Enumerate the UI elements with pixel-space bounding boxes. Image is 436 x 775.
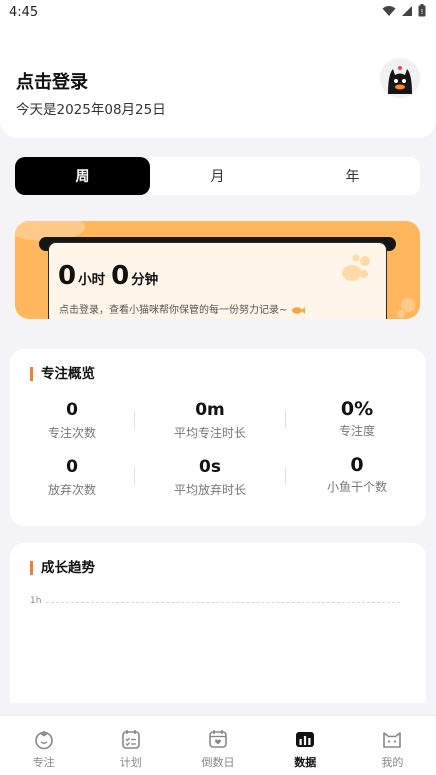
nav-label: 专注 [32, 756, 55, 769]
today-date-text: 今天是2025年08月25日 [16, 102, 166, 118]
minutes-value: 0 [111, 261, 130, 291]
stat-focus-count: 0 专注次数 [10, 400, 134, 441]
nav-label: 倒数日 [201, 756, 235, 769]
cat-avatar-icon [380, 58, 420, 98]
stat-label: 专注次数 [47, 426, 96, 440]
tab-month[interactable]: 月 [150, 157, 285, 195]
focus-time-banner[interactable]: 0 小时 0 分钟 点击登录，查看小猫咪帮你保管的每一份努力记录~ [15, 221, 420, 319]
stat-value: 0s [199, 457, 221, 477]
nav-label: 数据 [294, 756, 317, 769]
avatar[interactable] [380, 58, 420, 98]
calendar-checklist-icon [121, 730, 140, 749]
nav-item-profile[interactable]: 我的 [349, 716, 436, 775]
stat-divider [285, 410, 286, 428]
focus-overview-card: 专注概览 0 专注次数 0m 平均专注时长 0% 专注度 0 放弃次数 0s 平… [10, 349, 426, 526]
stat-divider [134, 410, 135, 428]
growth-trend-card: 成长趋势 1h [10, 543, 426, 703]
stat-label: 放弃次数 [47, 483, 96, 497]
nav-item-plan[interactable]: 计划 [87, 716, 174, 775]
battery-icon: ! [418, 4, 426, 17]
calendar-heart-icon [209, 730, 227, 748]
stat-dried-fish-count: 0 小鱼干个数 [295, 454, 419, 495]
nav-item-data[interactable]: 数据 [262, 716, 349, 775]
stat-value: 0 [350, 454, 364, 476]
growth-title: 成长趋势 [30, 561, 95, 575]
nav-label: 我的 [381, 756, 404, 769]
status-bar: 4:45 ! [0, 0, 436, 26]
stat-label: 平均专注时长 [173, 426, 246, 440]
focus-time-total: 0 小时 0 分钟 [58, 261, 162, 291]
stat-focus-rate: 0% 专注度 [295, 398, 419, 439]
stat-value: 0% [340, 398, 374, 420]
stat-label: 专注度 [338, 424, 375, 438]
tab-year[interactable]: 年 [285, 157, 420, 195]
minutes-unit: 分钟 [131, 272, 159, 288]
period-tabs: 周 月 年 [15, 157, 420, 195]
svg-text:!: ! [421, 8, 424, 16]
bar-chart-icon [296, 732, 315, 747]
stat-divider [285, 467, 286, 485]
overview-title: 专注概览 [30, 367, 95, 381]
wifi-icon [382, 5, 396, 16]
grid-line [46, 602, 400, 603]
paw-print-icon [342, 254, 370, 281]
hours-value: 0 [58, 261, 77, 291]
header-card: 点击登录 今天是2025年08月25日 [0, 26, 436, 138]
banner-subtitle: 点击登录，查看小猫咪帮你保管的每一份努力记录~ [59, 301, 305, 316]
cat-face-icon [383, 732, 402, 748]
stat-avg-give-up-duration: 0s 平均放弃时长 [148, 457, 272, 498]
nav-item-countdown[interactable]: 倒数日 [174, 716, 261, 775]
nav-label: 计划 [119, 756, 142, 769]
status-icons: ! [382, 4, 426, 17]
focus-time-card: 0 小时 0 分钟 点击登录，查看小猫咪帮你保管的每一份努力记录~ [48, 242, 387, 319]
nav-item-focus[interactable]: 专注 [0, 716, 87, 775]
tab-week[interactable]: 周 [15, 157, 150, 195]
signal-icon [402, 5, 412, 16]
stat-divider [134, 467, 135, 485]
stat-value: 0 [66, 457, 78, 477]
tomato-icon [34, 731, 53, 750]
stat-label: 小鱼干个数 [326, 480, 387, 494]
hours-unit: 小时 [78, 272, 106, 288]
stat-value: 0m [195, 400, 225, 420]
stat-label: 平均放弃时长 [173, 483, 246, 497]
fish-icon [291, 306, 305, 314]
status-time: 4:45 [9, 5, 39, 20]
stat-avg-focus-duration: 0m 平均专注时长 [148, 400, 272, 441]
y-axis-tick: 1h [30, 596, 42, 606]
stat-value: 0 [66, 400, 78, 420]
stat-give-up-count: 0 放弃次数 [10, 457, 134, 498]
login-title[interactable]: 点击登录 [16, 68, 88, 94]
bottom-nav: 专注 计划 倒数日 数据 我的 [0, 715, 436, 775]
